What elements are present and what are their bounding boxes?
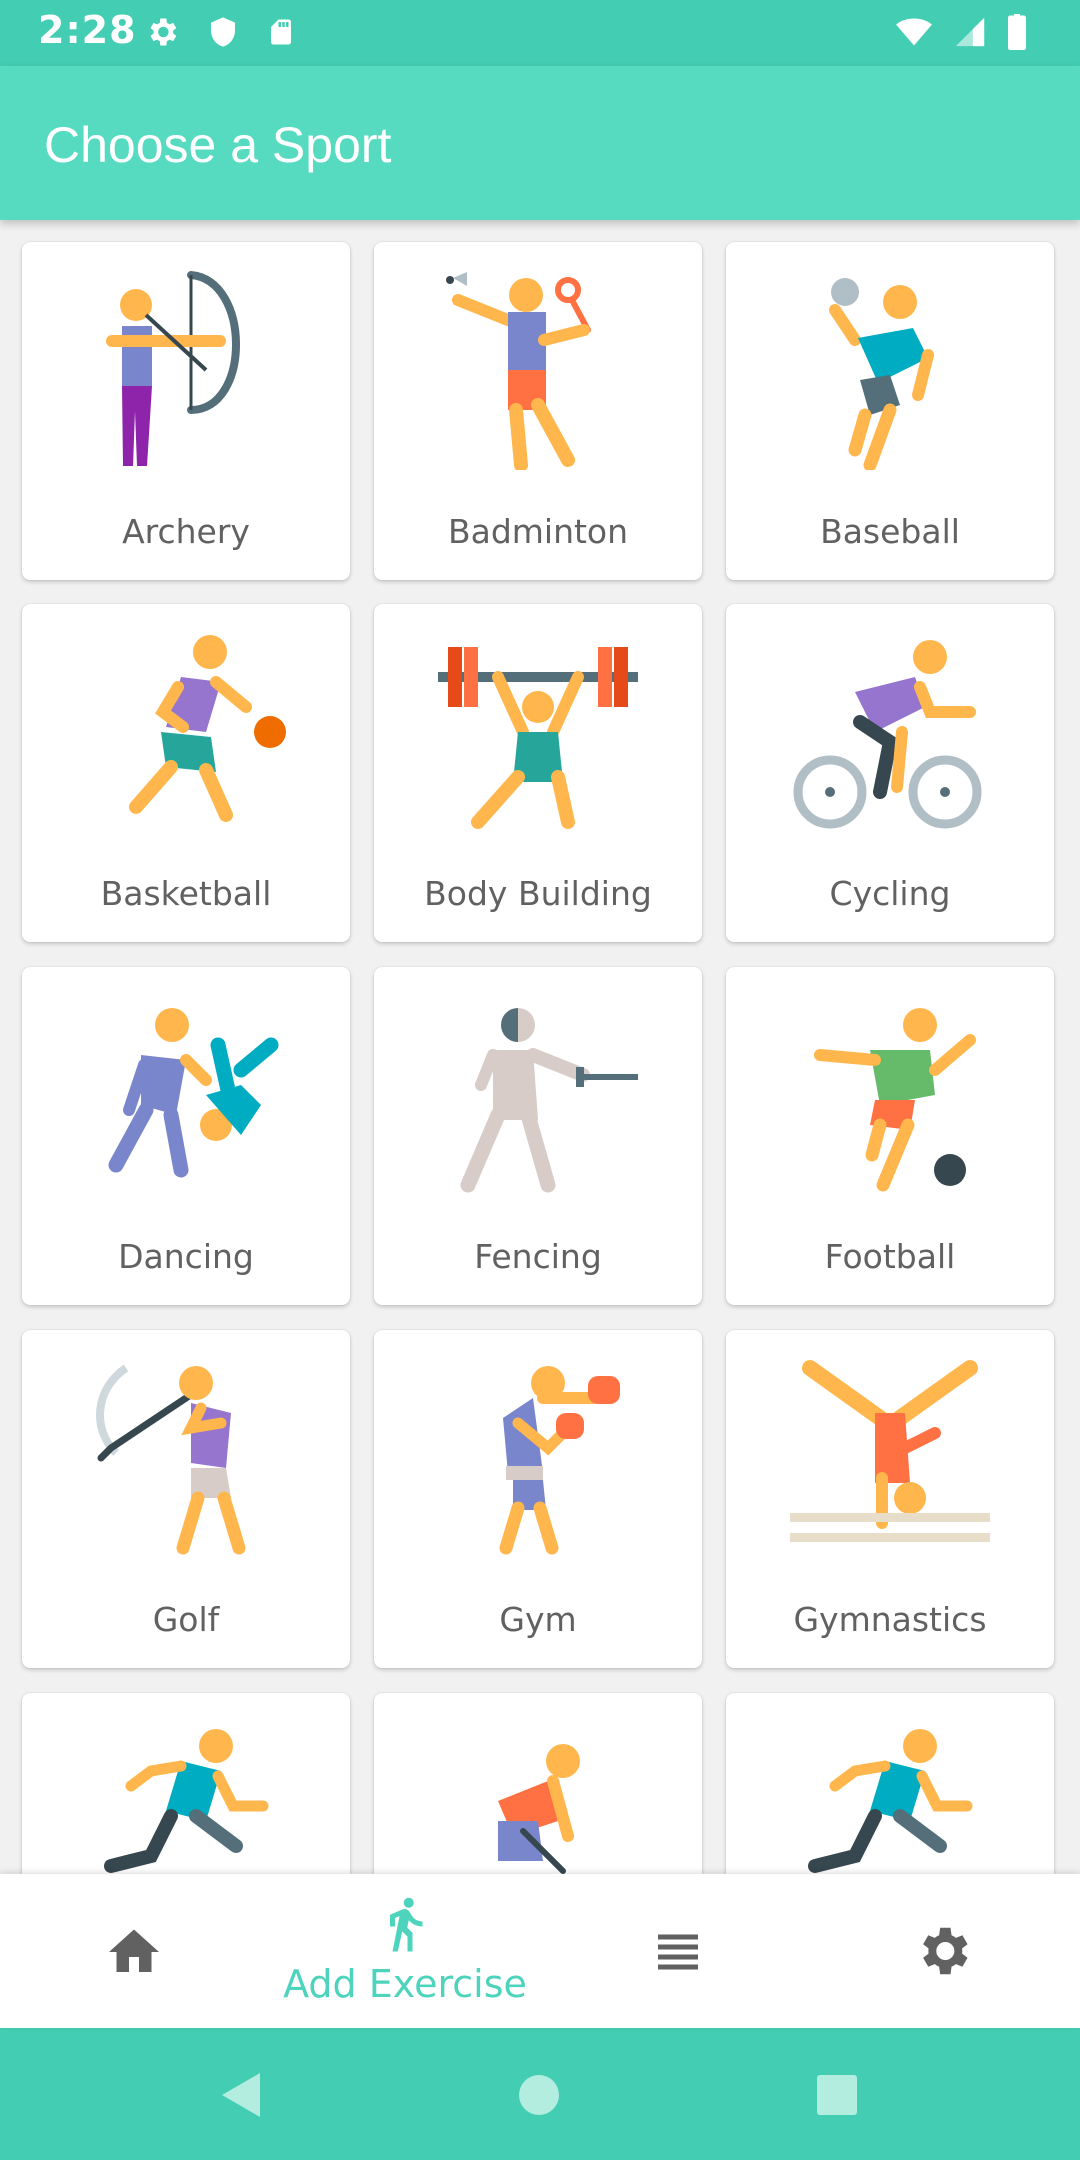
battery-icon bbox=[1008, 14, 1026, 50]
status-time: 2:28 bbox=[38, 8, 137, 52]
sport-card-baseball[interactable]: Baseball bbox=[726, 242, 1054, 580]
nav-home[interactable] bbox=[80, 1874, 190, 2028]
back-icon[interactable] bbox=[218, 2070, 264, 2120]
dancing-icon bbox=[108, 1008, 279, 1178]
recents-icon[interactable] bbox=[816, 2074, 858, 2116]
sport-label: Football bbox=[824, 1237, 956, 1276]
running-icon bbox=[104, 1729, 269, 1873]
home-circle-icon[interactable] bbox=[518, 2074, 560, 2116]
sport-card-cycling[interactable]: Cycling bbox=[726, 604, 1054, 942]
shield-status-icon bbox=[211, 17, 236, 47]
app-bar: Choose a Sport bbox=[0, 66, 1080, 220]
settings-icon bbox=[923, 1927, 968, 1975]
running-icon bbox=[808, 1729, 973, 1873]
sport-label: Body Building bbox=[424, 874, 652, 913]
sport-label: Archery bbox=[122, 512, 250, 551]
list-icon bbox=[658, 1934, 698, 1970]
bottom-navigation: Add Exercise bbox=[0, 1874, 1080, 2028]
nav-list[interactable] bbox=[624, 1874, 734, 2028]
settings-status-icon bbox=[150, 18, 177, 46]
page-title: Choose a Sport bbox=[44, 117, 392, 173]
sport-card-fencing[interactable]: Fencing bbox=[374, 967, 702, 1305]
sport-card-basketball[interactable]: Basketball bbox=[22, 604, 350, 942]
sport-label: Gym bbox=[499, 1600, 577, 1639]
sports-grid: Archery Badminton Baseball Basketball Bo… bbox=[0, 220, 1080, 1874]
sport-card-gymnastics[interactable]: Gymnastics bbox=[726, 1330, 1054, 1668]
signal-icon bbox=[955, 17, 985, 47]
sport-label: Dancing bbox=[118, 1237, 254, 1276]
nav-add-exercise[interactable]: Add Exercise bbox=[270, 1874, 540, 2028]
basketball-icon bbox=[129, 635, 286, 822]
sport-card-gym[interactable]: Gym bbox=[374, 1330, 702, 1668]
football-icon bbox=[814, 1008, 976, 1192]
sport-card-running[interactable] bbox=[22, 1693, 350, 1874]
sd-card-status-icon bbox=[271, 19, 292, 45]
sport-label: Baseball bbox=[820, 512, 960, 551]
status-bar: 2:28 bbox=[0, 0, 1080, 66]
sport-label: Basketball bbox=[100, 874, 272, 913]
system-navigation-bar bbox=[0, 2028, 1080, 2160]
sport-card-hockey[interactable] bbox=[374, 1693, 702, 1874]
nav-add-exercise-label: Add Exercise bbox=[283, 1962, 527, 2006]
gymnastics-icon bbox=[790, 1360, 990, 1542]
boxing-icon bbox=[499, 1366, 620, 1555]
fencing-icon bbox=[460, 1008, 638, 1193]
sport-card-golf[interactable]: Golf bbox=[22, 1330, 350, 1668]
hockey-icon bbox=[498, 1744, 580, 1874]
sport-card-running-2[interactable] bbox=[726, 1693, 1054, 1874]
sport-card-football[interactable]: Football bbox=[726, 967, 1054, 1305]
sport-label: Fencing bbox=[474, 1237, 602, 1276]
archery-icon bbox=[106, 271, 240, 466]
golf-icon bbox=[96, 1364, 246, 1555]
sport-card-dancing[interactable]: Dancing bbox=[22, 967, 350, 1305]
sport-label: Cycling bbox=[829, 874, 951, 913]
sport-card-body-building[interactable]: Body Building bbox=[374, 604, 702, 942]
nav-settings[interactable] bbox=[888, 1874, 998, 2028]
running-icon bbox=[390, 1897, 423, 1952]
baseball-icon bbox=[829, 278, 934, 470]
sport-label: Gymnastics bbox=[793, 1600, 987, 1639]
weightlifting-icon bbox=[438, 647, 638, 829]
sport-label: Golf bbox=[152, 1600, 220, 1639]
cycling-icon bbox=[793, 640, 982, 829]
home-icon bbox=[109, 1929, 159, 1972]
sport-card-archery[interactable]: Archery bbox=[22, 242, 350, 580]
badminton-icon bbox=[446, 272, 591, 470]
wifi-icon bbox=[895, 18, 932, 46]
sport-label: Badminton bbox=[447, 512, 629, 551]
sport-card-badminton[interactable]: Badminton bbox=[374, 242, 702, 580]
